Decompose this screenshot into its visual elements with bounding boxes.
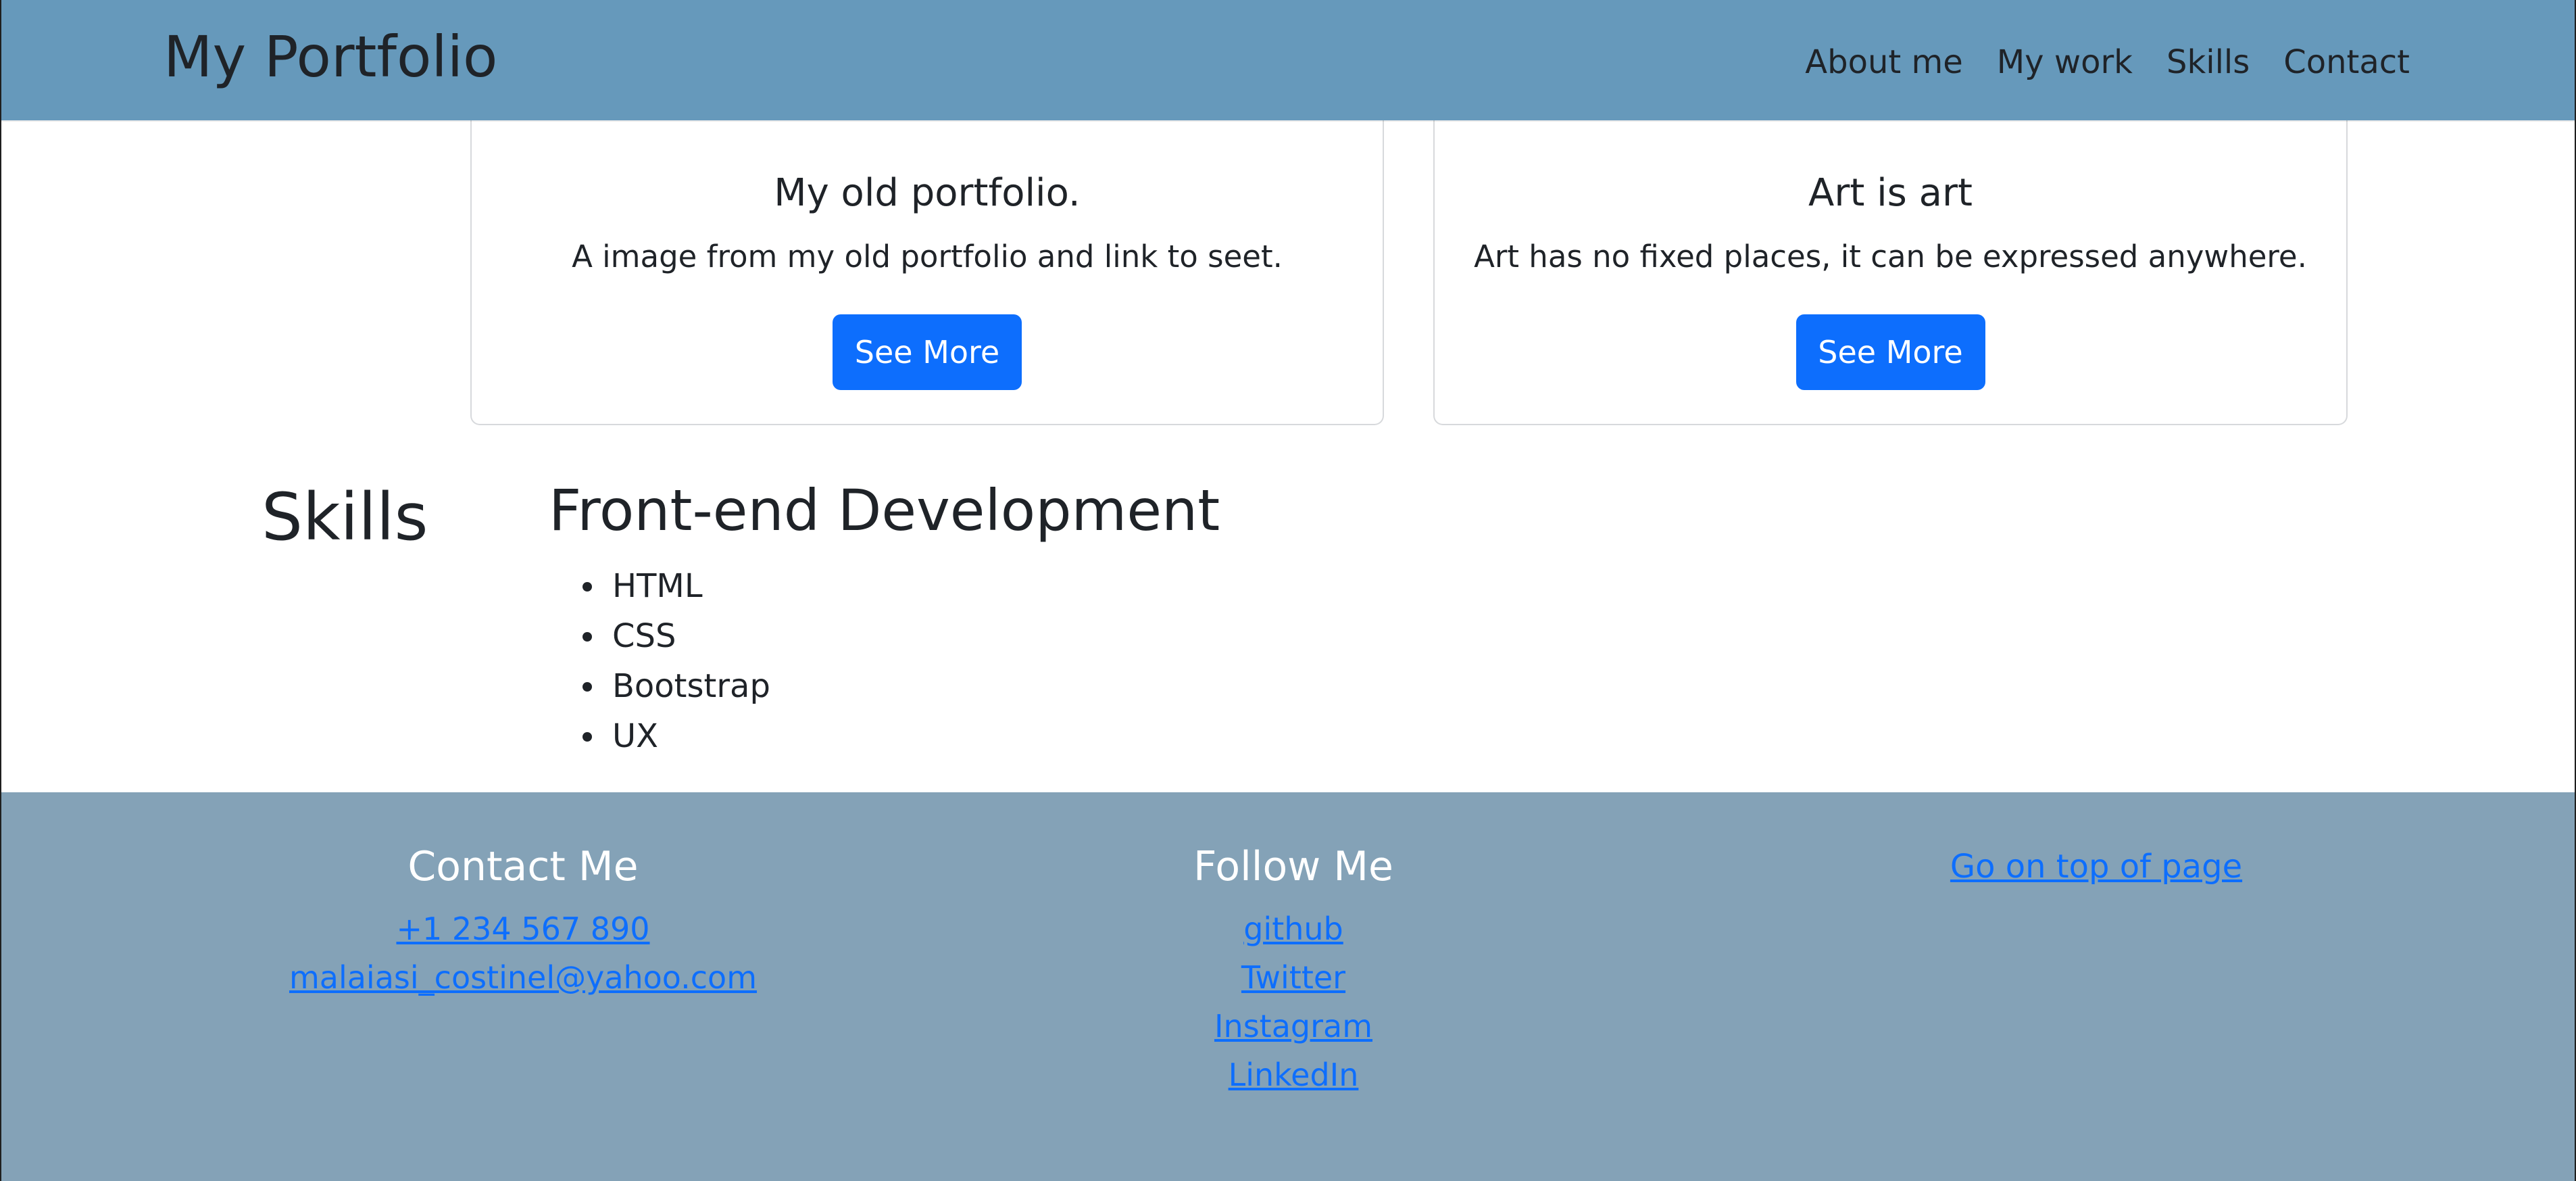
nav-link-about-me[interactable]: About me bbox=[1805, 41, 1962, 84]
skills-list: HTML CSS Bootstrap UX bbox=[583, 561, 770, 761]
site-footer: Contact Me +1 234 567 890 malaiasi_costi… bbox=[1, 792, 2575, 1181]
front-end-development-heading: Front-end Development bbox=[549, 477, 1220, 544]
nav-link-skills[interactable]: Skills bbox=[2166, 41, 2250, 84]
skills-item-ux: UX bbox=[583, 711, 770, 761]
portfolio-page: My Portfolio About me My work Skills Con… bbox=[0, 0, 2576, 1181]
top-column: Go on top of page bbox=[1843, 840, 2350, 894]
nav-link-my-work[interactable]: My work bbox=[1997, 41, 2133, 84]
follow-column: Follow Me github Twitter Instagram Linke… bbox=[1040, 840, 1547, 1099]
see-more-button[interactable]: See More bbox=[1795, 314, 1985, 390]
skills-item-html: HTML bbox=[583, 561, 770, 611]
old-portfolio-card: My old portfolio. A image from my old po… bbox=[470, 120, 1384, 425]
skills-item-bootstrap: Bootstrap bbox=[583, 661, 770, 711]
contact-column: Contact Me +1 234 567 890 malaiasi_costi… bbox=[270, 840, 776, 1002]
github-link[interactable]: github bbox=[1040, 905, 1547, 953]
skills-item-css: CSS bbox=[583, 611, 770, 661]
nav-links: About me My work Skills Contact bbox=[1805, 41, 2410, 84]
go-on-top-link[interactable]: Go on top of page bbox=[1950, 840, 2242, 894]
skills-heading: Skills bbox=[262, 479, 428, 555]
nav-link-contact[interactable]: Contact bbox=[2283, 41, 2410, 84]
top-navbar: My Portfolio About me My work Skills Con… bbox=[1, 0, 2575, 120]
follow-title: Follow Me bbox=[1193, 843, 1393, 890]
card-title: My old portfolio. bbox=[774, 171, 1081, 215]
card-title: Art is art bbox=[1808, 171, 1973, 215]
brand-link[interactable]: My Portfolio bbox=[164, 23, 497, 91]
phone-link[interactable]: +1 234 567 890 bbox=[270, 905, 776, 953]
contact-title: Contact Me bbox=[407, 843, 639, 890]
see-more-button[interactable]: See More bbox=[833, 314, 1022, 390]
email-link[interactable]: malaiasi_costinel@yahoo.com bbox=[270, 953, 776, 1002]
linkedin-link[interactable]: LinkedIn bbox=[1040, 1051, 1547, 1099]
instagram-link[interactable]: Instagram bbox=[1040, 1002, 1547, 1051]
card-description: Art has no fixed places, it can be expre… bbox=[1474, 239, 2307, 274]
twitter-link[interactable]: Twitter bbox=[1040, 953, 1547, 1002]
art-card: Art is art Art has no fixed places, it c… bbox=[1433, 120, 2348, 425]
card-description: A image from my old portfolio and link t… bbox=[572, 239, 1283, 274]
